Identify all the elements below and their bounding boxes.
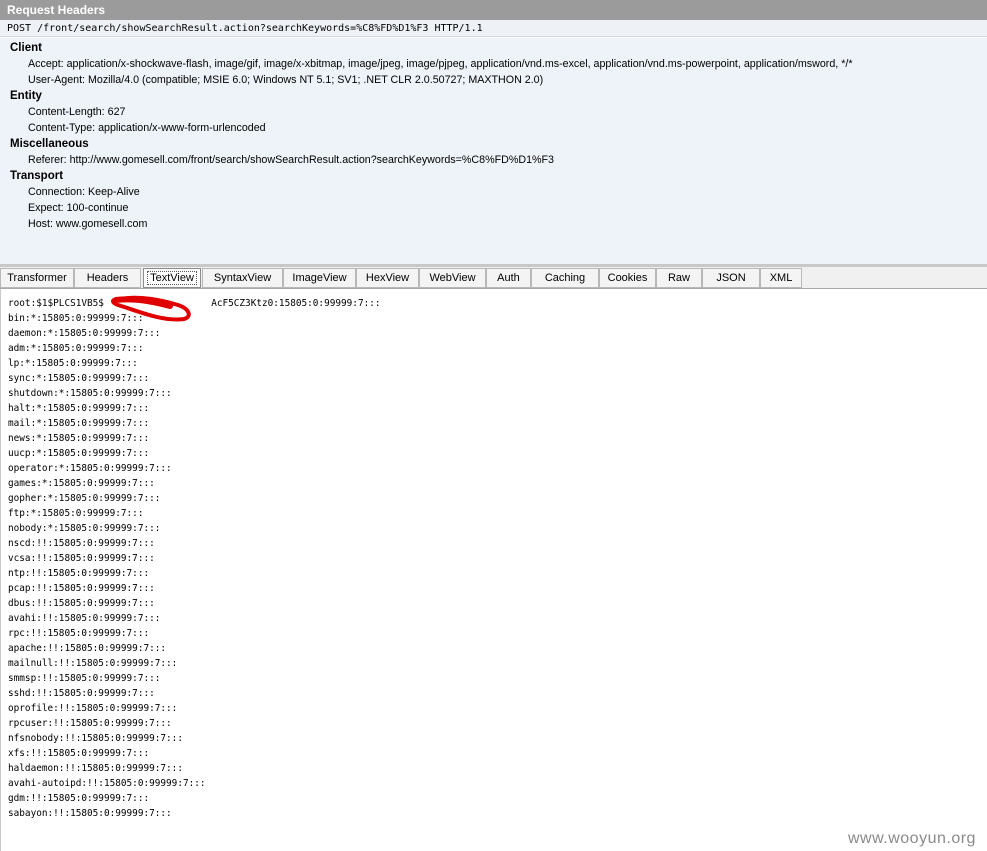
inspector-tabs: Transformer Headers TextView SyntaxView … bbox=[0, 267, 987, 289]
tab-syntaxview[interactable]: SyntaxView bbox=[202, 268, 283, 288]
response-line: smmsp:!!:15805:0:99999:7::: bbox=[8, 673, 161, 684]
tab-label: ImageView bbox=[292, 272, 347, 284]
header-content-length[interactable]: Content-Length: 627 bbox=[28, 106, 125, 118]
watermark: www.wooyun.org bbox=[848, 830, 976, 847]
header-referer[interactable]: Referer: http://www.gomesell.com/front/s… bbox=[28, 154, 554, 166]
response-line: sshd:!!:15805:0:99999:7::: bbox=[8, 688, 155, 699]
tab-xml[interactable]: XML bbox=[760, 268, 802, 288]
tab-transformer[interactable]: Transformer bbox=[0, 268, 74, 288]
response-line: nfsnobody:!!:15805:0:99999:7::: bbox=[8, 733, 183, 744]
response-line: operator:*:15805:0:99999:7::: bbox=[8, 463, 172, 474]
tab-webview[interactable]: WebView bbox=[419, 268, 486, 288]
response-line: xfs:!!:15805:0:99999:7::: bbox=[8, 748, 150, 759]
tab-label: XML bbox=[769, 272, 793, 284]
request-headers-title: Request Headers bbox=[0, 0, 987, 20]
response-line: nscd:!!:15805:0:99999:7::: bbox=[8, 538, 155, 549]
response-line: vcsa:!!:15805:0:99999:7::: bbox=[8, 553, 155, 564]
tab-label: Raw bbox=[667, 272, 690, 284]
response-line: haldaemon:!!:15805:0:99999:7::: bbox=[8, 763, 183, 774]
tab-label: Caching bbox=[544, 272, 586, 284]
response-line: gopher:*:15805:0:99999:7::: bbox=[8, 493, 161, 504]
tab-auth[interactable]: Auth bbox=[486, 268, 531, 288]
response-line: nobody:*:15805:0:99999:7::: bbox=[8, 523, 161, 534]
response-line: halt:*:15805:0:99999:7::: bbox=[8, 403, 150, 414]
tab-cookies[interactable]: Cookies bbox=[599, 268, 656, 288]
response-line: news:*:15805:0:99999:7::: bbox=[8, 433, 150, 444]
group-title-miscellaneous[interactable]: Miscellaneous bbox=[10, 138, 89, 150]
tab-json[interactable]: JSON bbox=[702, 268, 760, 288]
response-line: oprofile:!!:15805:0:99999:7::: bbox=[8, 703, 178, 714]
tab-label: JSON bbox=[716, 272, 746, 284]
response-line: lp:*:15805:0:99999:7::: bbox=[8, 358, 138, 369]
tab-textview[interactable]: TextView bbox=[143, 268, 201, 288]
header-content-type[interactable]: Content-Type: application/x-www-form-url… bbox=[28, 122, 266, 134]
textview-content[interactable]: root:$1$PLCS1VB5$ AcF5CZ3Ktz0:15805:0:99… bbox=[0, 289, 987, 851]
tab-label: WebView bbox=[429, 272, 476, 284]
headers-panel: Client Accept: application/x-shockwave-f… bbox=[0, 38, 987, 264]
header-connection[interactable]: Connection: Keep-Alive bbox=[28, 186, 140, 198]
response-line: uucp:*:15805:0:99999:7::: bbox=[8, 448, 150, 459]
header-host[interactable]: Host: www.gomesell.com bbox=[28, 218, 147, 230]
tab-label: Cookies bbox=[607, 272, 648, 284]
response-line: sync:*:15805:0:99999:7::: bbox=[8, 373, 150, 384]
tab-label: TextView bbox=[147, 271, 197, 285]
group-title-entity[interactable]: Entity bbox=[10, 90, 42, 102]
tab-label: Auth bbox=[497, 272, 520, 284]
response-line: avahi:!!:15805:0:99999:7::: bbox=[8, 613, 161, 624]
response-line: dbus:!!:15805:0:99999:7::: bbox=[8, 598, 155, 609]
red-redaction-mark bbox=[111, 295, 191, 322]
response-line: rpc:!!:15805:0:99999:7::: bbox=[8, 628, 150, 639]
header-expect[interactable]: Expect: 100-continue bbox=[28, 202, 128, 214]
tab-label: SyntaxView bbox=[213, 272, 272, 284]
tab-label: Transformer bbox=[7, 272, 67, 284]
request-line: POST /front/search/showSearchResult.acti… bbox=[0, 20, 987, 37]
response-line: mail:*:15805:0:99999:7::: bbox=[8, 418, 150, 429]
response-line: gdm:!!:15805:0:99999:7::: bbox=[8, 793, 150, 804]
response-line: ntp:!!:15805:0:99999:7::: bbox=[8, 568, 150, 579]
group-title-client[interactable]: Client bbox=[10, 42, 42, 54]
tab-label: Headers bbox=[86, 272, 129, 284]
tab-caching[interactable]: Caching bbox=[531, 268, 599, 288]
response-line: avahi-autoipd:!!:15805:0:99999:7::: bbox=[8, 778, 206, 789]
group-title-transport[interactable]: Transport bbox=[10, 170, 63, 182]
tab-imageview[interactable]: ImageView bbox=[283, 268, 356, 288]
response-line: adm:*:15805:0:99999:7::: bbox=[8, 343, 144, 354]
response-line: apache:!!:15805:0:99999:7::: bbox=[8, 643, 167, 654]
tab-label: HexView bbox=[365, 272, 410, 284]
header-user-agent[interactable]: User-Agent: Mozilla/4.0 (compatible; MSI… bbox=[28, 74, 543, 86]
response-line: mailnull:!!:15805:0:99999:7::: bbox=[8, 658, 178, 669]
header-accept[interactable]: Accept: application/x-shockwave-flash, i… bbox=[28, 58, 853, 70]
tab-hexview[interactable]: HexView bbox=[356, 268, 419, 288]
response-line: pcap:!!:15805:0:99999:7::: bbox=[8, 583, 155, 594]
tab-headers[interactable]: Headers bbox=[74, 268, 141, 288]
response-line: games:*:15805:0:99999:7::: bbox=[8, 478, 155, 489]
response-line: ftp:*:15805:0:99999:7::: bbox=[8, 508, 144, 519]
response-line: sabayon:!!:15805:0:99999:7::: bbox=[8, 808, 172, 819]
response-text: root:$1$PLCS1VB5$ AcF5CZ3Ktz0:15805:0:99… bbox=[8, 296, 381, 821]
response-line: rpcuser:!!:15805:0:99999:7::: bbox=[8, 718, 172, 729]
tab-raw[interactable]: Raw bbox=[656, 268, 702, 288]
response-line: shutdown:*:15805:0:99999:7::: bbox=[8, 388, 172, 399]
